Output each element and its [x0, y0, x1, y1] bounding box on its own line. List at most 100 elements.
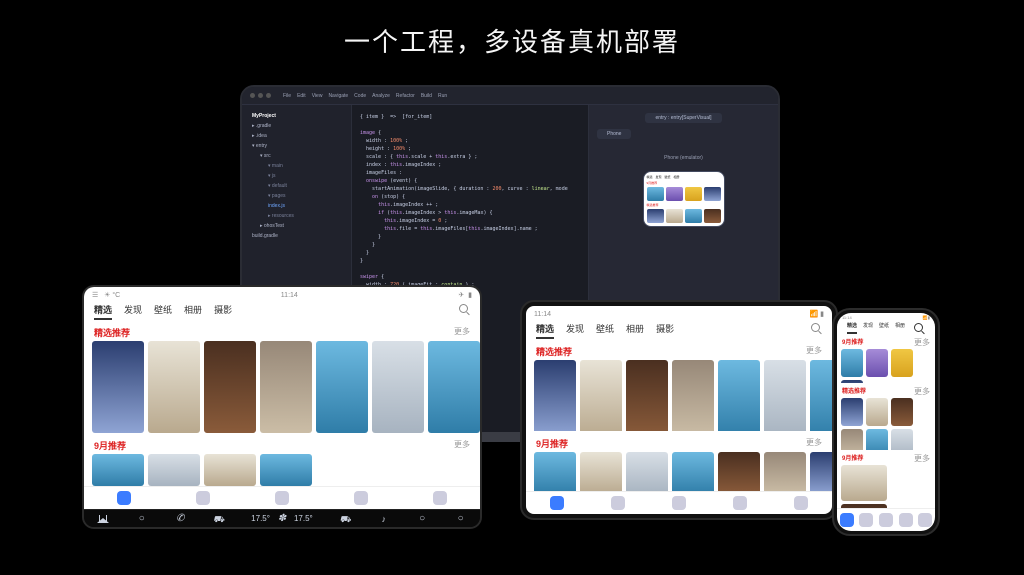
temp-left[interactable]: 17.5° [251, 514, 270, 523]
thumb[interactable] [810, 452, 832, 491]
thumb[interactable] [580, 452, 622, 491]
tab-wallpaper[interactable]: 壁纸 [154, 303, 172, 320]
menu-item[interactable]: Refactor [396, 93, 415, 99]
menu-item[interactable]: Edit [297, 93, 306, 99]
thumb[interactable] [534, 452, 576, 491]
menu-item[interactable]: File [283, 93, 291, 99]
nav-item[interactable] [733, 496, 747, 510]
menu-item[interactable]: Code [354, 93, 366, 99]
nav-item[interactable] [275, 491, 289, 505]
tree-item[interactable]: ▾ pages [248, 191, 345, 201]
nav-item[interactable] [611, 496, 625, 510]
thumb[interactable] [764, 452, 806, 491]
thumb-row[interactable] [526, 452, 832, 491]
search-icon[interactable] [458, 303, 470, 315]
thumb[interactable] [866, 349, 888, 377]
more-link[interactable]: 更多 [914, 386, 930, 397]
temp-right[interactable]: 17.5° [294, 514, 313, 523]
thumb[interactable] [718, 360, 760, 431]
tab-discover[interactable]: 发现 [124, 303, 142, 320]
nav-item[interactable] [433, 491, 447, 505]
nav-item[interactable] [918, 513, 932, 527]
window-controls[interactable] [250, 93, 271, 98]
tree-item[interactable]: ▾ default [248, 181, 345, 191]
tree-root[interactable]: MyProject [248, 111, 345, 121]
nav-item[interactable] [859, 513, 873, 527]
tree-item[interactable]: ▾ src [248, 151, 345, 161]
thumb[interactable] [672, 452, 714, 491]
thumb[interactable] [626, 452, 668, 491]
tab-wallpaper[interactable]: 壁纸 [596, 322, 614, 339]
tree-item[interactable]: ▾ js [248, 171, 345, 181]
thumb[interactable] [148, 341, 200, 433]
thumb[interactable] [891, 349, 913, 377]
thumb[interactable] [580, 360, 622, 431]
thumb[interactable] [92, 341, 144, 433]
menu-item[interactable]: Analyze [372, 93, 390, 99]
home-icon[interactable] [97, 513, 109, 525]
tree-item[interactable]: ▾ main [248, 161, 345, 171]
thumb-row[interactable] [837, 465, 935, 508]
thumb[interactable] [891, 398, 913, 426]
tab-album[interactable]: 相册 [895, 322, 905, 334]
thumb[interactable] [866, 398, 888, 426]
thumb[interactable] [260, 454, 312, 486]
tree-item[interactable]: build.gradle [248, 231, 345, 241]
thumb[interactable] [764, 360, 806, 431]
thumb[interactable] [204, 454, 256, 486]
more-link[interactable]: 更多 [454, 439, 470, 452]
more-link[interactable]: 更多 [454, 326, 470, 339]
nav-item[interactable] [840, 513, 854, 527]
tree-item[interactable]: ▸ ohosTest [248, 221, 345, 231]
tab-photo[interactable]: 摄影 [214, 303, 232, 320]
seat-icon[interactable] [339, 513, 351, 525]
thumb[interactable] [672, 360, 714, 431]
thumb[interactable] [841, 429, 863, 450]
nav-icon[interactable] [136, 513, 148, 525]
thumb[interactable] [626, 360, 668, 431]
tab-featured[interactable]: 精选 [847, 322, 857, 334]
tree-item[interactable]: ▸ .gradle [248, 121, 345, 131]
preview-device-select[interactable]: Phone [597, 129, 631, 139]
tab-discover[interactable]: 发现 [566, 322, 584, 339]
nav-item[interactable] [354, 491, 368, 505]
nav-item[interactable] [117, 491, 131, 505]
tab-album[interactable]: 相册 [184, 303, 202, 320]
menu-item[interactable]: Run [438, 93, 447, 99]
thumb-row[interactable] [837, 349, 935, 383]
thumb[interactable] [841, 465, 887, 501]
tab-wallpaper[interactable]: 壁纸 [879, 322, 889, 334]
thumb[interactable] [372, 341, 424, 433]
control-icon[interactable] [416, 513, 428, 525]
thumb-row[interactable] [84, 454, 480, 486]
nav-item[interactable] [550, 496, 564, 510]
nav-item[interactable] [794, 496, 808, 510]
thumb[interactable] [148, 454, 200, 486]
thumb[interactable] [204, 341, 256, 433]
thumb[interactable] [841, 398, 863, 426]
more-link[interactable]: 更多 [806, 345, 822, 358]
tree-item[interactable]: ▾ entry [248, 141, 345, 151]
tab-featured[interactable]: 精选 [94, 303, 112, 320]
thumb[interactable] [841, 349, 863, 377]
thumb[interactable] [810, 360, 832, 431]
search-icon[interactable] [810, 322, 822, 334]
thumb[interactable] [891, 429, 913, 450]
more-link[interactable]: 更多 [914, 453, 930, 464]
volume-icon[interactable] [378, 513, 390, 525]
thumb[interactable] [718, 452, 760, 491]
tree-item-active[interactable]: index.js [248, 201, 345, 211]
thumb[interactable] [260, 341, 312, 433]
tab-photo[interactable]: 摄影 [656, 322, 674, 339]
thumb[interactable] [92, 454, 144, 486]
menu-item[interactable]: Navigate [328, 93, 348, 99]
preview-tab[interactable]: entry : entry[SuperVisual] [645, 113, 721, 123]
search-icon[interactable] [913, 322, 925, 334]
thumb[interactable] [428, 341, 480, 433]
thumb-row[interactable] [526, 360, 832, 431]
thumb-row[interactable] [837, 398, 935, 450]
nav-item[interactable] [879, 513, 893, 527]
tab-discover[interactable]: 发现 [863, 322, 873, 334]
more-link[interactable]: 更多 [806, 437, 822, 450]
control-icon[interactable] [455, 513, 467, 525]
